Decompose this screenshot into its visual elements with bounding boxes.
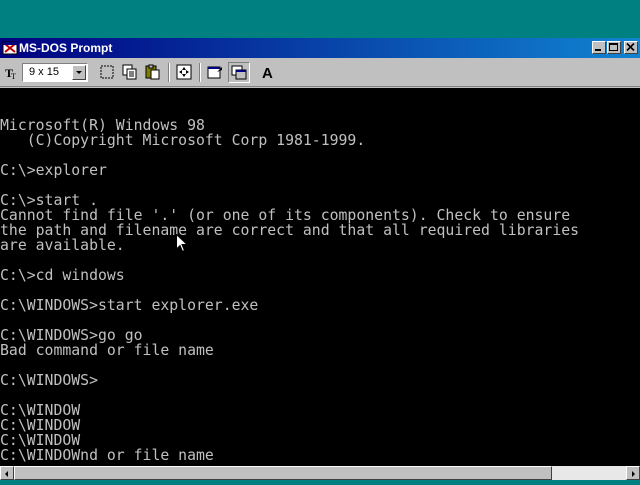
toolbar-separator bbox=[199, 63, 201, 82]
scroll-right-button[interactable] bbox=[626, 466, 640, 480]
properties-icon bbox=[207, 66, 222, 79]
console-line: C:\WINDOWnd or file name bbox=[0, 447, 214, 464]
close-icon bbox=[626, 42, 635, 52]
minimize-button[interactable] bbox=[592, 41, 606, 54]
msdos-window: MS-DOS Prompt TT 9 x 15 A Microsoft(R) W… bbox=[0, 38, 640, 480]
dropdown-button[interactable] bbox=[72, 65, 86, 80]
console-line: C:\WINDOWS>start explorer.exe bbox=[0, 297, 259, 314]
msdos-app-icon[interactable] bbox=[2, 40, 18, 56]
toolbar: TT 9 x 15 A bbox=[0, 59, 640, 87]
fullscreen-icon bbox=[176, 64, 192, 80]
title-bar[interactable]: MS-DOS Prompt bbox=[0, 38, 640, 58]
font-size-select[interactable]: 9 x 15 bbox=[22, 63, 88, 82]
svg-text:T: T bbox=[11, 72, 16, 80]
mark-icon bbox=[100, 65, 114, 79]
font-size-value: 9 x 15 bbox=[29, 66, 59, 78]
console-line: are available. bbox=[0, 237, 125, 254]
properties-button[interactable] bbox=[205, 62, 227, 83]
scrollbar-thumb[interactable] bbox=[14, 466, 552, 480]
console-line: C:\WINDOWS> bbox=[0, 372, 98, 389]
font-dialog-icon: A bbox=[262, 65, 273, 80]
svg-text:A: A bbox=[262, 65, 273, 80]
copy-button[interactable] bbox=[120, 62, 142, 83]
mark-button[interactable] bbox=[97, 62, 119, 83]
fullscreen-button[interactable] bbox=[174, 62, 196, 83]
console-line: Microsoft(R) Windows 98 bbox=[0, 117, 205, 134]
console-output[interactable]: Microsoft(R) Windows 98 (C)Copyright Mic… bbox=[0, 88, 640, 466]
console-line: C:\>start . bbox=[0, 192, 98, 209]
maximize-icon bbox=[609, 43, 618, 51]
font-icon: TT bbox=[4, 66, 18, 81]
console-line: C:\WINDOW bbox=[0, 432, 81, 449]
chevron-right-icon bbox=[632, 471, 635, 477]
maximize-button[interactable] bbox=[607, 41, 621, 54]
scroll-left-button[interactable] bbox=[0, 466, 14, 480]
mouse-pointer-icon bbox=[176, 234, 188, 253]
console-line: C:\WINDOWS>go go bbox=[0, 327, 143, 344]
console-line: Cannot find file '.' (or one of its comp… bbox=[0, 207, 571, 224]
paste-icon bbox=[145, 64, 160, 80]
console-line: C:\WINDOW bbox=[0, 402, 81, 419]
chevron-left-icon bbox=[5, 471, 8, 477]
horizontal-scrollbar[interactable] bbox=[0, 466, 640, 480]
toolbar-separator bbox=[168, 63, 170, 82]
copy-icon bbox=[122, 64, 137, 80]
window-title: MS-DOS Prompt bbox=[19, 41, 113, 55]
close-button[interactable] bbox=[624, 41, 638, 54]
background-button[interactable] bbox=[228, 62, 250, 83]
chevron-down-icon bbox=[76, 71, 82, 74]
console-line: the path and filename are correct and th… bbox=[0, 222, 580, 239]
console-line: Bad command or file name bbox=[0, 342, 214, 359]
background-icon bbox=[231, 65, 247, 80]
minimize-icon bbox=[595, 49, 601, 51]
console-line: C:\>cd windows bbox=[0, 267, 125, 284]
console-line: C:\>explorer bbox=[0, 162, 107, 179]
paste-button[interactable] bbox=[143, 62, 165, 83]
console-line: C:\WINDOW bbox=[0, 417, 81, 434]
console-line: (C)Copyright Microsoft Corp 1981-1999. bbox=[0, 132, 366, 149]
font-dialog-button[interactable]: A bbox=[258, 62, 280, 83]
